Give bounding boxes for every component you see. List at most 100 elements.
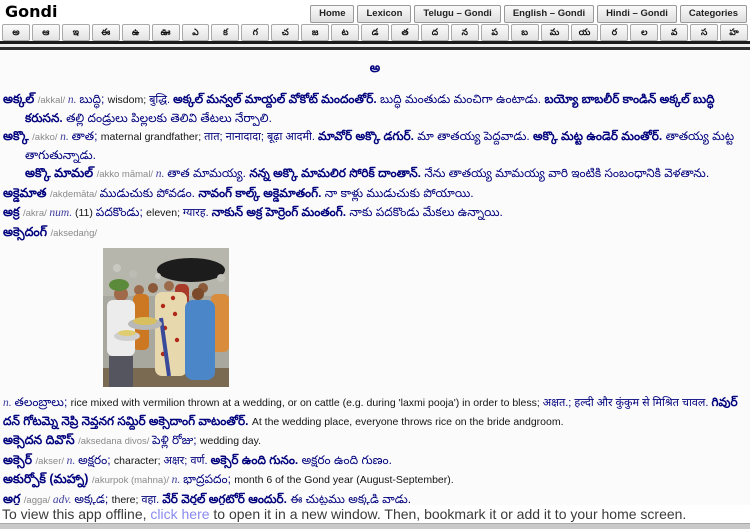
telugu-gloss: అక్కడ; xyxy=(74,491,112,506)
english-gloss: maternal grandfather; xyxy=(100,131,205,143)
translation: నా కాళ్లు ముడుచుకు పోయాయి. xyxy=(324,185,474,200)
headword: అక్డెమాత xyxy=(3,185,50,200)
horizontal-scrollbar[interactable] xyxy=(0,523,750,529)
letter-tab-12[interactable]: డ xyxy=(361,24,389,41)
example-sentence: అక్కొ మట్ట ఉండెర్ మంతోర్. xyxy=(533,129,666,143)
letter-tab-11[interactable]: ట xyxy=(331,24,360,41)
nav-button-telugu-gondi[interactable]: Telugu – Gondi xyxy=(414,5,501,23)
letter-tab-9[interactable]: చ xyxy=(271,24,300,41)
telugu-gloss: బుద్ధి; xyxy=(79,92,108,106)
letter-tab-20[interactable]: ర xyxy=(600,24,629,41)
letter-tab-6[interactable]: ఎ xyxy=(181,24,210,41)
translation: మా తాతయ్య పెద్దవాడు. xyxy=(417,129,534,143)
hindi-gloss: वहा. xyxy=(141,493,163,506)
phonetic: /akra/ xyxy=(23,208,50,219)
nav-buttons: Home Lexicon Telugu – Gondi English – Gondi… xyxy=(310,5,747,23)
part-of-speech: n. xyxy=(155,168,168,180)
english-gloss: eleven; xyxy=(146,207,183,219)
headword: అకుర్పోక్ (మహ్నా) xyxy=(3,472,92,486)
alphabet-tab-row: అఆఇఈఉఊఎకగచజటడతదనపబమయరలవసహ xyxy=(0,24,750,41)
dictionary-entry: అక్కల్ /akkal/ n. బుద్ధి; wisdom; बुद्धि… xyxy=(3,91,747,127)
translation: నేను తాతయ్య మామయ్య వారి ఇంటికి సంబంధానిక… xyxy=(424,166,710,180)
offline-link[interactable]: click here xyxy=(150,506,209,522)
entry-photo xyxy=(103,248,229,387)
turban-shape xyxy=(109,279,129,291)
nav-button-english-gondi[interactable]: English – Gondi xyxy=(503,5,595,23)
wedding-photo xyxy=(103,248,229,387)
part-of-speech: n. xyxy=(60,131,72,143)
part-of-speech: n. xyxy=(66,454,79,467)
telugu-gloss: భాద్రపదం; xyxy=(183,472,235,486)
letter-tab-8[interactable]: గ xyxy=(241,24,270,41)
example-sentence: నావంగ్ కాల్క్ అక్డెమాతంగ్. xyxy=(198,185,325,200)
nav-button-categories[interactable]: Categories xyxy=(679,5,747,23)
dictionary-entry: అక్సెదన దివొస్ /aksedana divos/ పెళ్లి ర… xyxy=(3,432,747,451)
letter-tab-15[interactable]: న xyxy=(450,24,479,41)
telugu-gloss: పెళ్లి రోజు; xyxy=(152,433,200,447)
english-gloss: wisdom; xyxy=(107,94,150,106)
top-bar: Gondi Home Lexicon Telugu – Gondi English –… xyxy=(0,0,750,24)
phonetic: /akḍemāta/ xyxy=(49,188,100,200)
letter-tab-7[interactable]: క xyxy=(211,24,240,41)
hindi-gloss: बुद्धि. xyxy=(149,94,174,106)
phonetic: /aksedaṅg/ xyxy=(50,227,98,239)
hindi-gloss: अक्षत.; हल्दी और कुंकुम से मिश्रित चावल. xyxy=(542,397,712,409)
letter-tab-14[interactable]: ద xyxy=(420,24,449,41)
footer-offline-note: To view this app offline, click here to … xyxy=(0,505,750,523)
letter-tab-23[interactable]: స xyxy=(690,24,719,41)
letter-tab-13[interactable]: త xyxy=(390,24,419,41)
letter-tab-22[interactable]: వ xyxy=(660,24,689,41)
hindi-gloss: अक्षर; वर्ण. xyxy=(163,454,211,467)
letter-tab-18[interactable]: మ xyxy=(540,24,569,41)
telugu-gloss: తలంబ్రాలు; xyxy=(14,395,71,409)
english-gloss: wedding day. xyxy=(199,435,262,447)
entry-body: n. తలంబ్రాలు; rice mixed with vermilion … xyxy=(3,394,747,431)
letter-tab-17[interactable]: బ xyxy=(510,24,539,41)
translation: తల్లి దండ్రులు పిల్లలకు తెలివి తేటలు నేర… xyxy=(66,110,272,125)
nav-button-hindi-gondi[interactable]: Hindi – Gondi xyxy=(597,5,677,23)
phonetic: /akko māmal/ xyxy=(96,169,156,180)
translation: నాకు పదకొండు మేకలు ఉన్నాయి. xyxy=(349,205,503,219)
phonetic: /aksedana divos/ xyxy=(78,436,153,447)
letter-tab-19[interactable]: య xyxy=(570,24,599,41)
headword: అక్ర xyxy=(3,205,23,219)
english-gloss: At the wedding place, everyone throws ri… xyxy=(251,415,564,428)
nav-button-home[interactable]: Home xyxy=(310,5,355,23)
letter-tab-1[interactable]: ఆ xyxy=(31,24,60,41)
telugu-gloss: తాత మామయ్య. xyxy=(167,166,250,180)
entries: అ అక్కల్ /akkal/ n. బుద్ధి; wisdom; बुद्ध… xyxy=(3,60,747,505)
telugu-gloss: ముడుచుకు పోవడం. xyxy=(99,185,199,200)
hindi-gloss: तात; नानादादा; बूढ़ा आदमी. xyxy=(204,131,319,143)
letter-tab-24[interactable]: హ xyxy=(720,24,749,41)
part-of-speech: n. xyxy=(3,397,15,409)
hindi-gloss: ग्यारह. xyxy=(182,207,212,219)
umbrella-shape xyxy=(157,258,225,282)
dictionary-entry: అక్ర /akra/ num. (11) పదకొండు; eleven; ग… xyxy=(3,204,747,223)
example-sentence: మావోర్ అక్కొ డగుర్. xyxy=(318,129,418,143)
letter-tab-5[interactable]: ఊ xyxy=(151,24,180,41)
translation: ఈ చుట్టము అక్కడి వాడు. xyxy=(290,491,412,506)
letter-tab-16[interactable]: ప xyxy=(480,24,509,41)
example-sentence: అక్కల్ మన్వల్ మాయ్దల్ వోకోట్ మందంతోర్. xyxy=(173,92,381,106)
english-gloss: (11) xyxy=(74,207,96,219)
phonetic: /akko/ xyxy=(32,132,61,143)
headword: అక్సెర్ xyxy=(3,452,36,467)
dictionary-content: అ అక్కల్ /akkal/ n. బుద్ధి; wisdom; बुद्ध… xyxy=(0,50,750,505)
example-sentence: నాకున్ అక్ర హెర్రెంగ్ మంతంగ్. xyxy=(211,205,350,219)
dictionary-entry: అగ్గ /agga/ adv. అక్కడ; there; वहा. వేర్… xyxy=(3,491,747,506)
phonetic: /akurpok (mahna)/ xyxy=(91,475,172,486)
dictionary-entry: అక్కొ మామల్ /akko māmal/ n. తాత మామయ్య. … xyxy=(25,165,747,184)
letter-tab-10[interactable]: జ xyxy=(301,24,330,41)
divider-bar xyxy=(0,41,750,50)
phonetic: /agga/ xyxy=(23,494,53,506)
letter-tab-3[interactable]: ఈ xyxy=(91,24,120,41)
english-gloss: rice mixed with vermilion thrown at a we… xyxy=(70,397,543,409)
dictionary-entry: అక్డెమాత /akḍemāta/ ముడుచుకు పోవడం. నావం… xyxy=(3,185,747,204)
letter-tab-21[interactable]: ల xyxy=(630,24,659,41)
letter-tab-2[interactable]: ఇ xyxy=(61,24,90,41)
letter-tab-0[interactable]: అ xyxy=(2,24,30,41)
dictionary-entry: అకుర్పోక్ (మహ్నా) /akurpok (mahna)/ n. భ… xyxy=(3,471,747,490)
letter-tab-4[interactable]: ఉ xyxy=(121,24,150,41)
nav-button-lexicon[interactable]: Lexicon xyxy=(357,5,412,23)
headword: అక్కల్ xyxy=(3,92,38,106)
